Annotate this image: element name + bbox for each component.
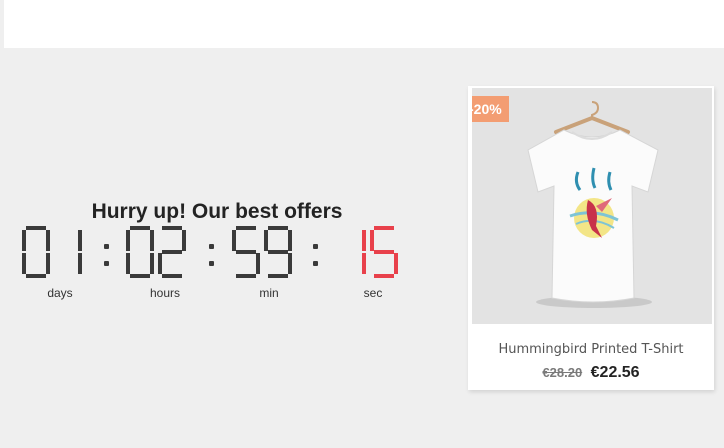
- product-card[interactable]: -20% Hummingbird Printed T-Shirt €28.20 …: [468, 86, 714, 390]
- seconds-label: sec: [363, 286, 383, 300]
- segment-g: [268, 250, 288, 254]
- segment-c: [288, 253, 292, 274]
- segment-a: [26, 226, 46, 230]
- segment-d: [130, 274, 150, 278]
- seconds-digit-2: [370, 226, 398, 278]
- segment-d: [162, 274, 182, 278]
- segment-a: [236, 226, 256, 230]
- countdown-timer: days hours min sec: [22, 226, 412, 306]
- colon-separator: [97, 226, 117, 281]
- segment-b: [46, 230, 50, 251]
- price-row: €28.20 €22.56: [468, 364, 714, 382]
- seven-segment-digit: [264, 226, 292, 278]
- seven-segment-digit: [362, 230, 366, 274]
- segment-d: [268, 274, 288, 278]
- segment-g: [374, 250, 394, 254]
- minutes-label: min: [259, 286, 279, 300]
- hours-label: hours: [149, 286, 181, 300]
- segment-f: [370, 230, 374, 251]
- seconds-digit-1: [338, 226, 366, 278]
- seven-segment-digit: [78, 230, 82, 274]
- hours-digit-2: [158, 226, 186, 278]
- segment-f: [22, 230, 26, 251]
- days-digit-1: [22, 226, 50, 278]
- segment-c: [150, 253, 154, 274]
- seven-segment-digit: [370, 226, 398, 278]
- segment-c: [256, 253, 260, 274]
- segment-d: [26, 274, 46, 278]
- segment-e: [158, 253, 162, 274]
- current-price: €22.56: [590, 364, 640, 381]
- segment-b: [182, 230, 186, 251]
- days-label: days: [47, 286, 73, 300]
- segment-c: [394, 253, 398, 274]
- minutes-digit-1: [232, 226, 260, 278]
- segment-f: [126, 230, 130, 251]
- segment-a: [162, 226, 182, 230]
- segment-e: [126, 253, 130, 274]
- segment-a: [374, 226, 394, 230]
- segment-e: [22, 253, 26, 274]
- hours-digit-1: [126, 226, 154, 278]
- product-name[interactable]: Hummingbird Printed T-Shirt: [468, 342, 714, 357]
- segment-c: [46, 253, 50, 274]
- segment-g: [162, 250, 182, 254]
- segment-f: [232, 230, 236, 251]
- top-banner: [4, 0, 724, 48]
- promo-title: Hurry up! Our best offers: [91, 200, 343, 223]
- seven-segment-digit: [22, 226, 50, 278]
- colon-separator: [306, 226, 326, 281]
- minutes-digit-2: [264, 226, 292, 278]
- segment-d: [236, 274, 256, 278]
- segment-a: [130, 226, 150, 230]
- seven-segment-digit: [126, 226, 154, 278]
- segment-c: [78, 253, 82, 274]
- segment-b: [150, 230, 154, 251]
- segment-b: [288, 230, 292, 251]
- old-price: €28.20: [542, 365, 583, 380]
- segment-a: [268, 226, 288, 230]
- product-image[interactable]: -20%: [472, 88, 712, 324]
- discount-badge: -20%: [472, 96, 509, 122]
- segment-d: [374, 274, 394, 278]
- seven-segment-digit: [232, 226, 260, 278]
- segment-f: [264, 230, 268, 251]
- segment-g: [236, 250, 256, 254]
- days-digit-2: [54, 226, 82, 278]
- tshirt-hummingbird-image: [472, 88, 712, 324]
- segment-c: [362, 253, 366, 274]
- segment-b: [78, 230, 82, 251]
- colon-separator: [202, 226, 222, 281]
- seven-segment-digit: [158, 226, 186, 278]
- segment-b: [362, 230, 366, 251]
